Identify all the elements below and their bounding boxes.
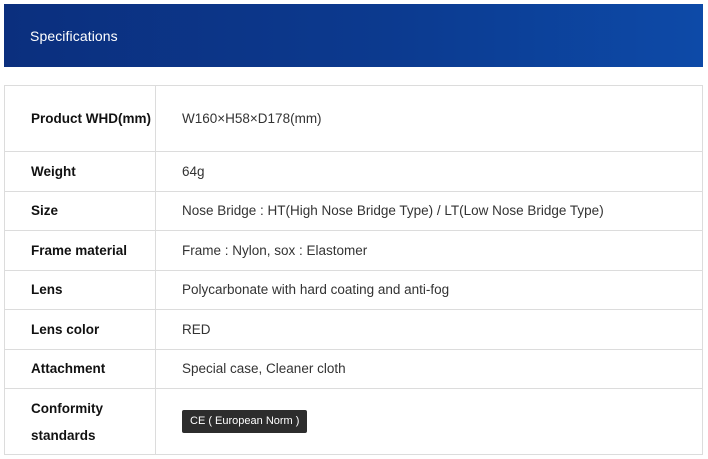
spec-label: Conformity standards [4, 388, 156, 455]
spec-value: Polycarbonate with hard coating and anti… [155, 269, 703, 310]
table-row: Attachment Special case, Cleaner cloth [4, 348, 703, 389]
ce-certification-badge: CE ( European Norm ) [182, 410, 308, 433]
spec-label: Lens color [4, 309, 156, 350]
table-row: Frame material Frame : Nylon, sox : Elas… [4, 230, 703, 271]
spec-value: W160×H58×D178(mm) [155, 85, 703, 152]
spec-value: RED [155, 309, 703, 350]
spec-label: Size [4, 190, 156, 231]
spec-value: Nose Bridge : HT(High Nose Bridge Type) … [155, 190, 703, 231]
spec-label: Attachment [4, 348, 156, 389]
spec-value: Frame : Nylon, sox : Elastomer [155, 230, 703, 271]
spec-label: Weight [4, 151, 156, 192]
spec-value: 64g [155, 151, 703, 192]
table-row: Conformity standards CE ( European Norm … [4, 388, 703, 455]
spec-label: Lens [4, 269, 156, 310]
spec-value: Special case, Cleaner cloth [155, 348, 703, 389]
table-row: Lens color RED [4, 309, 703, 350]
table-row: Product WHD(mm) W160×H58×D178(mm) [4, 85, 703, 152]
spec-value: CE ( European Norm ) [155, 388, 703, 455]
specifications-table: Product WHD(mm) W160×H58×D178(mm) Weight… [4, 85, 703, 455]
table-row: Lens Polycarbonate with hard coating and… [4, 269, 703, 310]
page-title: Specifications [30, 27, 118, 44]
table-row: Weight 64g [4, 151, 703, 192]
specifications-header: Specifications [4, 4, 703, 67]
spec-label: Frame material [4, 230, 156, 271]
spec-label: Product WHD(mm) [4, 85, 156, 152]
table-row: Size Nose Bridge : HT(High Nose Bridge T… [4, 190, 703, 231]
